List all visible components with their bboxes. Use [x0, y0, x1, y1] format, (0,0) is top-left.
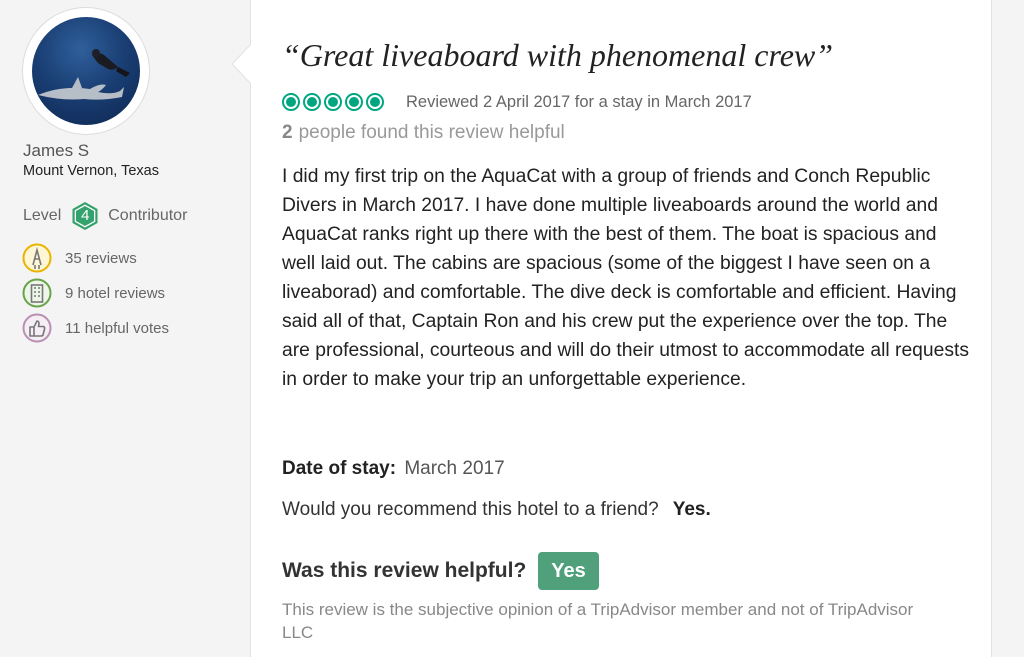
level-number: 4 — [81, 207, 90, 224]
stat-hotel-reviews-text: 9 hotel reviews — [65, 284, 166, 302]
stat-reviews: 35 reviews — [22, 243, 137, 273]
reviewer-sidebar: James S Mount Vernon, Texas Level 4 Cont… — [0, 0, 244, 657]
recommend-answer: Yes. — [672, 499, 711, 520]
thumbs-up-icon — [22, 313, 52, 343]
stat-reviews-text: 35 reviews — [65, 249, 137, 267]
rating-bubbles — [282, 93, 387, 111]
review-body: I did my first trip on the AquaCat with … — [282, 166, 969, 390]
avatar-frame[interactable] — [23, 8, 149, 134]
rating-bubble-icon — [366, 93, 384, 111]
pen-icon — [22, 243, 52, 273]
was-helpful-label: Was this review helpful? — [282, 559, 527, 582]
hotel-icon — [22, 278, 52, 308]
helpful-count: 2 people found this review helpful — [282, 122, 565, 144]
rating-bubble-icon — [345, 93, 363, 111]
date-of-stay-value: March 2017 — [404, 458, 505, 479]
stat-helpful-votes-text: 11 helpful votes — [65, 319, 169, 337]
rating-row: Reviewed 2 April 2017 for a stay in Marc… — [282, 90, 752, 114]
reviewer-location: Mount Vernon, Texas — [23, 163, 159, 179]
review-disclaimer: This review is the subjective opinion of… — [282, 600, 914, 642]
helpful-vote-row: Was this review helpful? Yes — [282, 552, 599, 590]
recommend-row: Would you recommend this hotel to a frie… — [282, 499, 711, 521]
recommend-question: Would you recommend this hotel to a frie… — [282, 499, 659, 520]
level-title: Contributor — [108, 207, 188, 224]
level-label: Level — [23, 207, 62, 224]
helpful-count-text: people found this review helpful — [298, 122, 565, 143]
rating-bubble-icon — [303, 93, 321, 111]
avatar[interactable] — [32, 17, 140, 125]
date-of-stay: Date of stay: March 2017 — [282, 458, 505, 480]
helpful-yes-button[interactable]: Yes — [538, 552, 599, 590]
stat-helpful-votes: 11 helpful votes — [22, 313, 169, 343]
rating-bubble-icon — [324, 93, 342, 111]
stat-hotel-reviews: 9 hotel reviews — [22, 278, 165, 308]
rating-bubble-icon — [282, 93, 300, 111]
review-date: Reviewed 2 April 2017 for a stay in Marc… — [406, 92, 752, 111]
contributor-level: Level 4 Contributor — [23, 201, 187, 231]
card-pointer — [231, 44, 253, 84]
date-of-stay-label: Date of stay: — [282, 458, 397, 479]
level-badge-icon: 4 — [70, 201, 100, 231]
shark-photo — [38, 49, 130, 100]
helpful-number: 2 — [282, 122, 293, 143]
reviewer-name[interactable]: James S — [23, 141, 89, 161]
review-title[interactable]: “Great liveaboard with phenomenal crew” — [282, 37, 982, 74]
